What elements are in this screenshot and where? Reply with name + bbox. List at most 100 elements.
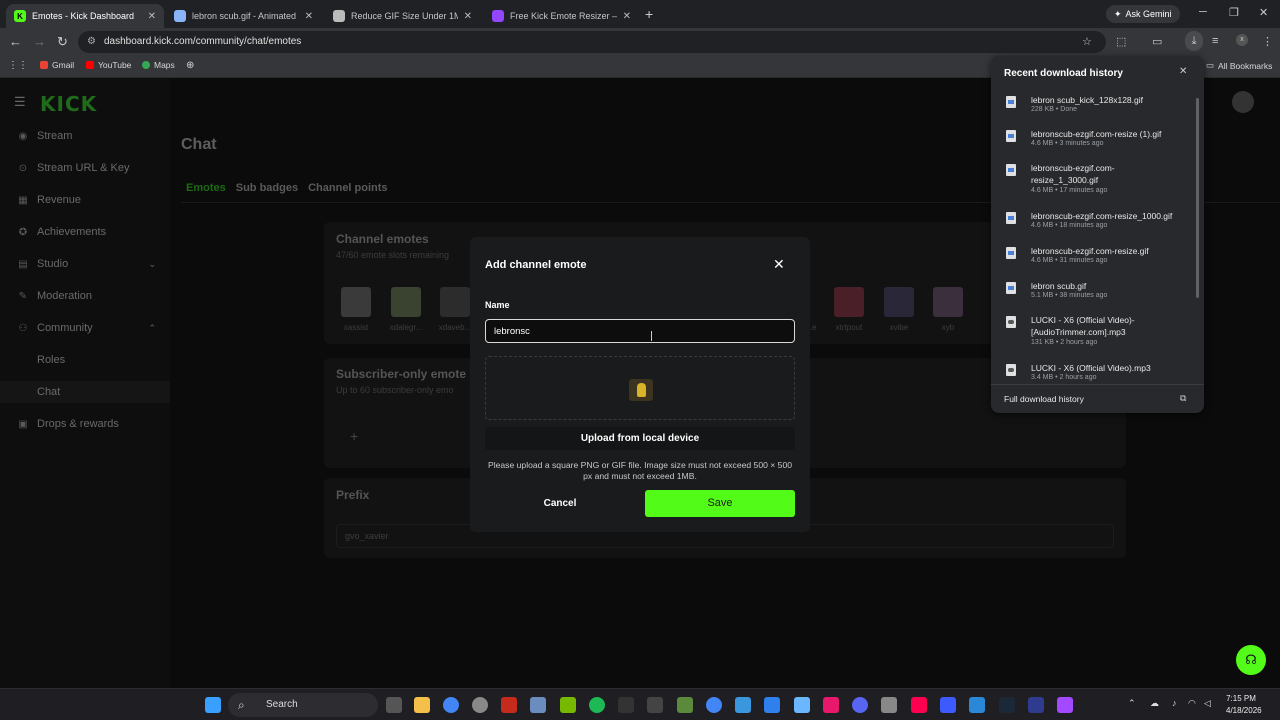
support-chat-button[interactable]: ☊	[1236, 645, 1266, 675]
taskbar-search[interactable]: ⌕ Search	[228, 693, 378, 717]
spotify-icon[interactable]	[589, 697, 605, 713]
file-explorer-icon[interactable]	[414, 697, 430, 713]
bookmark-maps[interactable]: Maps	[142, 60, 175, 70]
bookmark-star-icon[interactable]: ☆	[1082, 35, 1092, 48]
capcut-icon[interactable]	[647, 697, 663, 713]
close-tab-icon[interactable]: ✕	[305, 11, 313, 22]
forward-icon[interactable]: →	[33, 34, 46, 49]
sidebar-item-drops[interactable]: ▣ Drops & rewards	[0, 413, 170, 435]
sidebar-item-label: Studio	[37, 258, 69, 270]
minecraft-icon[interactable]	[677, 697, 693, 713]
upload-dropzone[interactable]	[485, 356, 795, 420]
sidebar-item-studio[interactable]: ▤ Studio ⌄	[0, 253, 170, 275]
app-icon[interactable]	[1057, 697, 1073, 713]
back-icon[interactable]: ←	[9, 34, 22, 49]
clock[interactable]: 7:15 PM 4/18/2026	[1226, 693, 1262, 717]
cancel-button[interactable]: Cancel	[530, 492, 590, 516]
new-tab-icon[interactable]: +	[645, 6, 653, 22]
chevron-up-icon[interactable]: ⌃	[1128, 698, 1136, 709]
emote-thumbnail[interactable]	[391, 287, 421, 317]
globe-icon[interactable]: ⊕	[186, 60, 194, 71]
emote-name-input[interactable]	[485, 319, 795, 343]
bookmark-gmail[interactable]: Gmail	[40, 60, 74, 70]
emote-thumbnail[interactable]	[834, 287, 864, 317]
emote-thumbnail[interactable]	[341, 287, 371, 317]
tiktok-icon[interactable]	[911, 697, 927, 713]
app-icon[interactable]	[881, 697, 897, 713]
settings-icon[interactable]	[530, 697, 546, 713]
close-tab-icon[interactable]: ✕	[148, 11, 156, 22]
app-icon[interactable]	[501, 697, 517, 713]
ask-gemini-button[interactable]: ✦ Ask Gemini	[1106, 5, 1180, 23]
full-download-history-link[interactable]: Full download history	[1004, 394, 1084, 404]
tab-ezgif[interactable]: lebron scub.gif - Animated ima ✕	[166, 4, 321, 28]
save-button[interactable]: Save	[645, 490, 795, 517]
extensions-icon[interactable]: ⬚	[1116, 35, 1126, 48]
bookmark-youtube[interactable]: YouTube	[86, 60, 131, 70]
onedrive-icon[interactable]: ☁	[1150, 698, 1159, 709]
sidebar-item-stream[interactable]: ◉ Stream	[0, 125, 170, 147]
wifi-icon[interactable]: ◠	[1188, 698, 1196, 709]
app-icon[interactable]	[1028, 697, 1044, 713]
sidebar-item-revenue[interactable]: ▦ Revenue	[0, 189, 170, 211]
tab-emotes[interactable]: Emotes	[186, 182, 226, 194]
tab-channel-points[interactable]: Channel points	[308, 182, 387, 194]
upload-button[interactable]: Upload from local device	[485, 427, 795, 450]
close-window-icon[interactable]: ✕	[1259, 6, 1268, 19]
sidebar-item-chat[interactable]: Chat	[0, 381, 170, 403]
chrome-active-icon[interactable]	[706, 697, 722, 713]
steam-icon[interactable]	[999, 697, 1015, 713]
task-view-icon[interactable]	[386, 697, 402, 713]
tab-emotes-kick[interactable]: K Emotes - Kick Dashboard ✕	[6, 4, 164, 28]
chrome-icon[interactable]	[443, 697, 459, 713]
emote-thumbnail[interactable]	[440, 287, 470, 317]
scrollbar[interactable]	[1196, 98, 1199, 298]
sidebar-item-moderation[interactable]: ✎ Moderation	[0, 285, 170, 307]
sidebar-item-community[interactable]: ⚇ Community ⌃	[0, 317, 170, 339]
tab-reduce-gif[interactable]: Reduce GIF Size Under 1MB ✕	[325, 4, 480, 28]
microphone-icon[interactable]: ♪	[1172, 698, 1177, 708]
app-icon[interactable]	[472, 697, 488, 713]
cast-icon[interactable]: ▭	[1152, 35, 1162, 48]
reload-icon[interactable]: ↻	[57, 34, 68, 50]
hamburger-icon[interactable]: ☰	[14, 94, 26, 110]
volume-icon[interactable]: ◁	[1204, 698, 1211, 709]
tab-emote-resizer[interactable]: Free Kick Emote Resizer – Resiz ✕	[484, 4, 639, 28]
add-emote-icon[interactable]: +	[350, 428, 358, 444]
maximize-icon[interactable]: ❐	[1229, 6, 1239, 19]
app-icon[interactable]	[764, 697, 780, 713]
all-bookmarks[interactable]: ▭ All Bookmarks	[1206, 60, 1272, 71]
sidebar-item-achievements[interactable]: ✪ Achievements	[0, 221, 170, 243]
open-external-icon[interactable]: ⧉	[1180, 393, 1186, 404]
downloads-icon[interactable]: ⤓	[1185, 31, 1203, 51]
profile-avatar[interactable]: x	[1236, 34, 1248, 46]
discord-icon[interactable]	[852, 697, 868, 713]
download-meta: 4.6 MB • 17 minutes ago	[1031, 187, 1108, 194]
subscriber-emotes-subtitle: Up to 60 subscriber-only emo	[336, 385, 454, 395]
minimize-icon[interactable]: ─	[1199, 6, 1207, 18]
sidebar-item-roles[interactable]: Roles	[0, 349, 170, 371]
close-tab-icon[interactable]: ✕	[623, 11, 631, 22]
epic-games-icon[interactable]	[618, 697, 634, 713]
emote-thumbnail[interactable]	[933, 287, 963, 317]
user-avatar[interactable]	[1232, 91, 1254, 113]
menu-icon[interactable]: ⋮	[1262, 35, 1273, 48]
download-name: LUCKI - X6 (Official Video)-[AudioTrimme…	[1031, 315, 1135, 337]
nvidia-icon[interactable]	[560, 697, 576, 713]
close-tab-icon[interactable]: ✕	[464, 11, 472, 22]
address-bar[interactable]: ⚙ dashboard.kick.com/community/chat/emot…	[78, 31, 1106, 53]
app-icon[interactable]	[969, 697, 985, 713]
tab-sub-badges[interactable]: Sub badges	[236, 182, 298, 194]
media-icon[interactable]: ≡	[1212, 35, 1218, 47]
site-info-icon[interactable]: ⚙	[87, 31, 96, 53]
app-icon[interactable]	[823, 697, 839, 713]
close-icon[interactable]: ✕	[1179, 66, 1187, 77]
apps-icon[interactable]: ⋮⋮	[8, 60, 28, 71]
app-icon[interactable]	[794, 697, 810, 713]
sidebar-item-stream-key[interactable]: ⊙ Stream URL & Key	[0, 157, 170, 179]
emote-thumbnail[interactable]	[884, 287, 914, 317]
app-icon[interactable]	[735, 697, 751, 713]
app-icon[interactable]	[940, 697, 956, 713]
close-icon[interactable]: ✕	[773, 256, 785, 273]
windows-start-icon[interactable]	[205, 697, 221, 713]
